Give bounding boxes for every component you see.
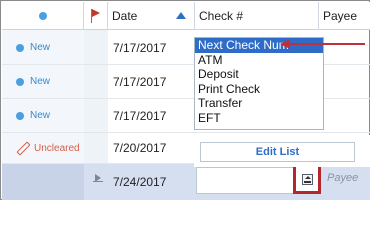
- dropdown-item-transfer[interactable]: Transfer: [195, 96, 323, 111]
- dropdown-item-atm[interactable]: ATM: [195, 53, 323, 68]
- sort-ascending-icon: [176, 12, 186, 19]
- new-dot-icon: [16, 43, 24, 52]
- status-label: New: [30, 110, 51, 121]
- status-label: Uncleared: [34, 142, 80, 154]
- date-cell: 7/17/2017: [113, 108, 167, 123]
- date-cell: 7/20/2017: [113, 141, 167, 155]
- annotation-arrow-line: [289, 43, 365, 45]
- status-dot-icon: [38, 12, 47, 20]
- status-label: New: [30, 76, 51, 87]
- status-label: New: [30, 42, 51, 53]
- open-check-list-button[interactable]: [293, 164, 321, 194]
- grid-header: Date Check # Payee: [2, 2, 370, 30]
- dropdown-item-deposit[interactable]: Deposit: [195, 67, 323, 82]
- date-header-label: Date: [112, 9, 138, 23]
- check-column-header[interactable]: Check #: [195, 2, 319, 30]
- payee-column-header[interactable]: Payee: [319, 2, 370, 30]
- status-cell: Uncleared: [2, 133, 84, 163]
- pencil-icon: [16, 142, 28, 154]
- flag-icon: [90, 9, 102, 23]
- date-cell: 7/24/2017: [113, 175, 167, 189]
- row-pointer-icon[interactable]: [93, 174, 103, 184]
- date-cell: 7/17/2017: [113, 40, 167, 55]
- dropdown-footer: Edit List: [194, 135, 370, 167]
- status-column-header[interactable]: [2, 2, 84, 30]
- register-grid: Date Check # Payee New 7/17/2017 New 7/1…: [0, 0, 370, 200]
- check-header-label: Check #: [199, 9, 244, 23]
- status-cell: New: [2, 31, 84, 64]
- open-list-icon: [302, 174, 313, 185]
- annotation-arrow-icon: [280, 39, 290, 49]
- status-cell: New: [2, 65, 84, 98]
- check-type-dropdown: Next Check Num ATM Deposit Print Check T…: [194, 37, 324, 130]
- dropdown-item-next-check-num[interactable]: Next Check Num: [195, 38, 323, 53]
- new-dot-icon: [16, 111, 24, 120]
- new-dot-icon: [16, 77, 24, 86]
- payee-placeholder: Payee: [327, 172, 359, 184]
- dropdown-item-print-check[interactable]: Print Check: [195, 82, 323, 97]
- edit-list-button[interactable]: Edit List: [200, 142, 355, 162]
- date-column-header[interactable]: Date: [108, 2, 195, 30]
- status-cell: New: [2, 99, 84, 132]
- payee-header-label: Payee: [323, 9, 358, 23]
- flag-column-header[interactable]: [84, 2, 108, 30]
- dropdown-item-eft[interactable]: EFT: [195, 111, 323, 126]
- date-cell: 7/17/2017: [113, 74, 167, 89]
- status-cell: [2, 164, 84, 200]
